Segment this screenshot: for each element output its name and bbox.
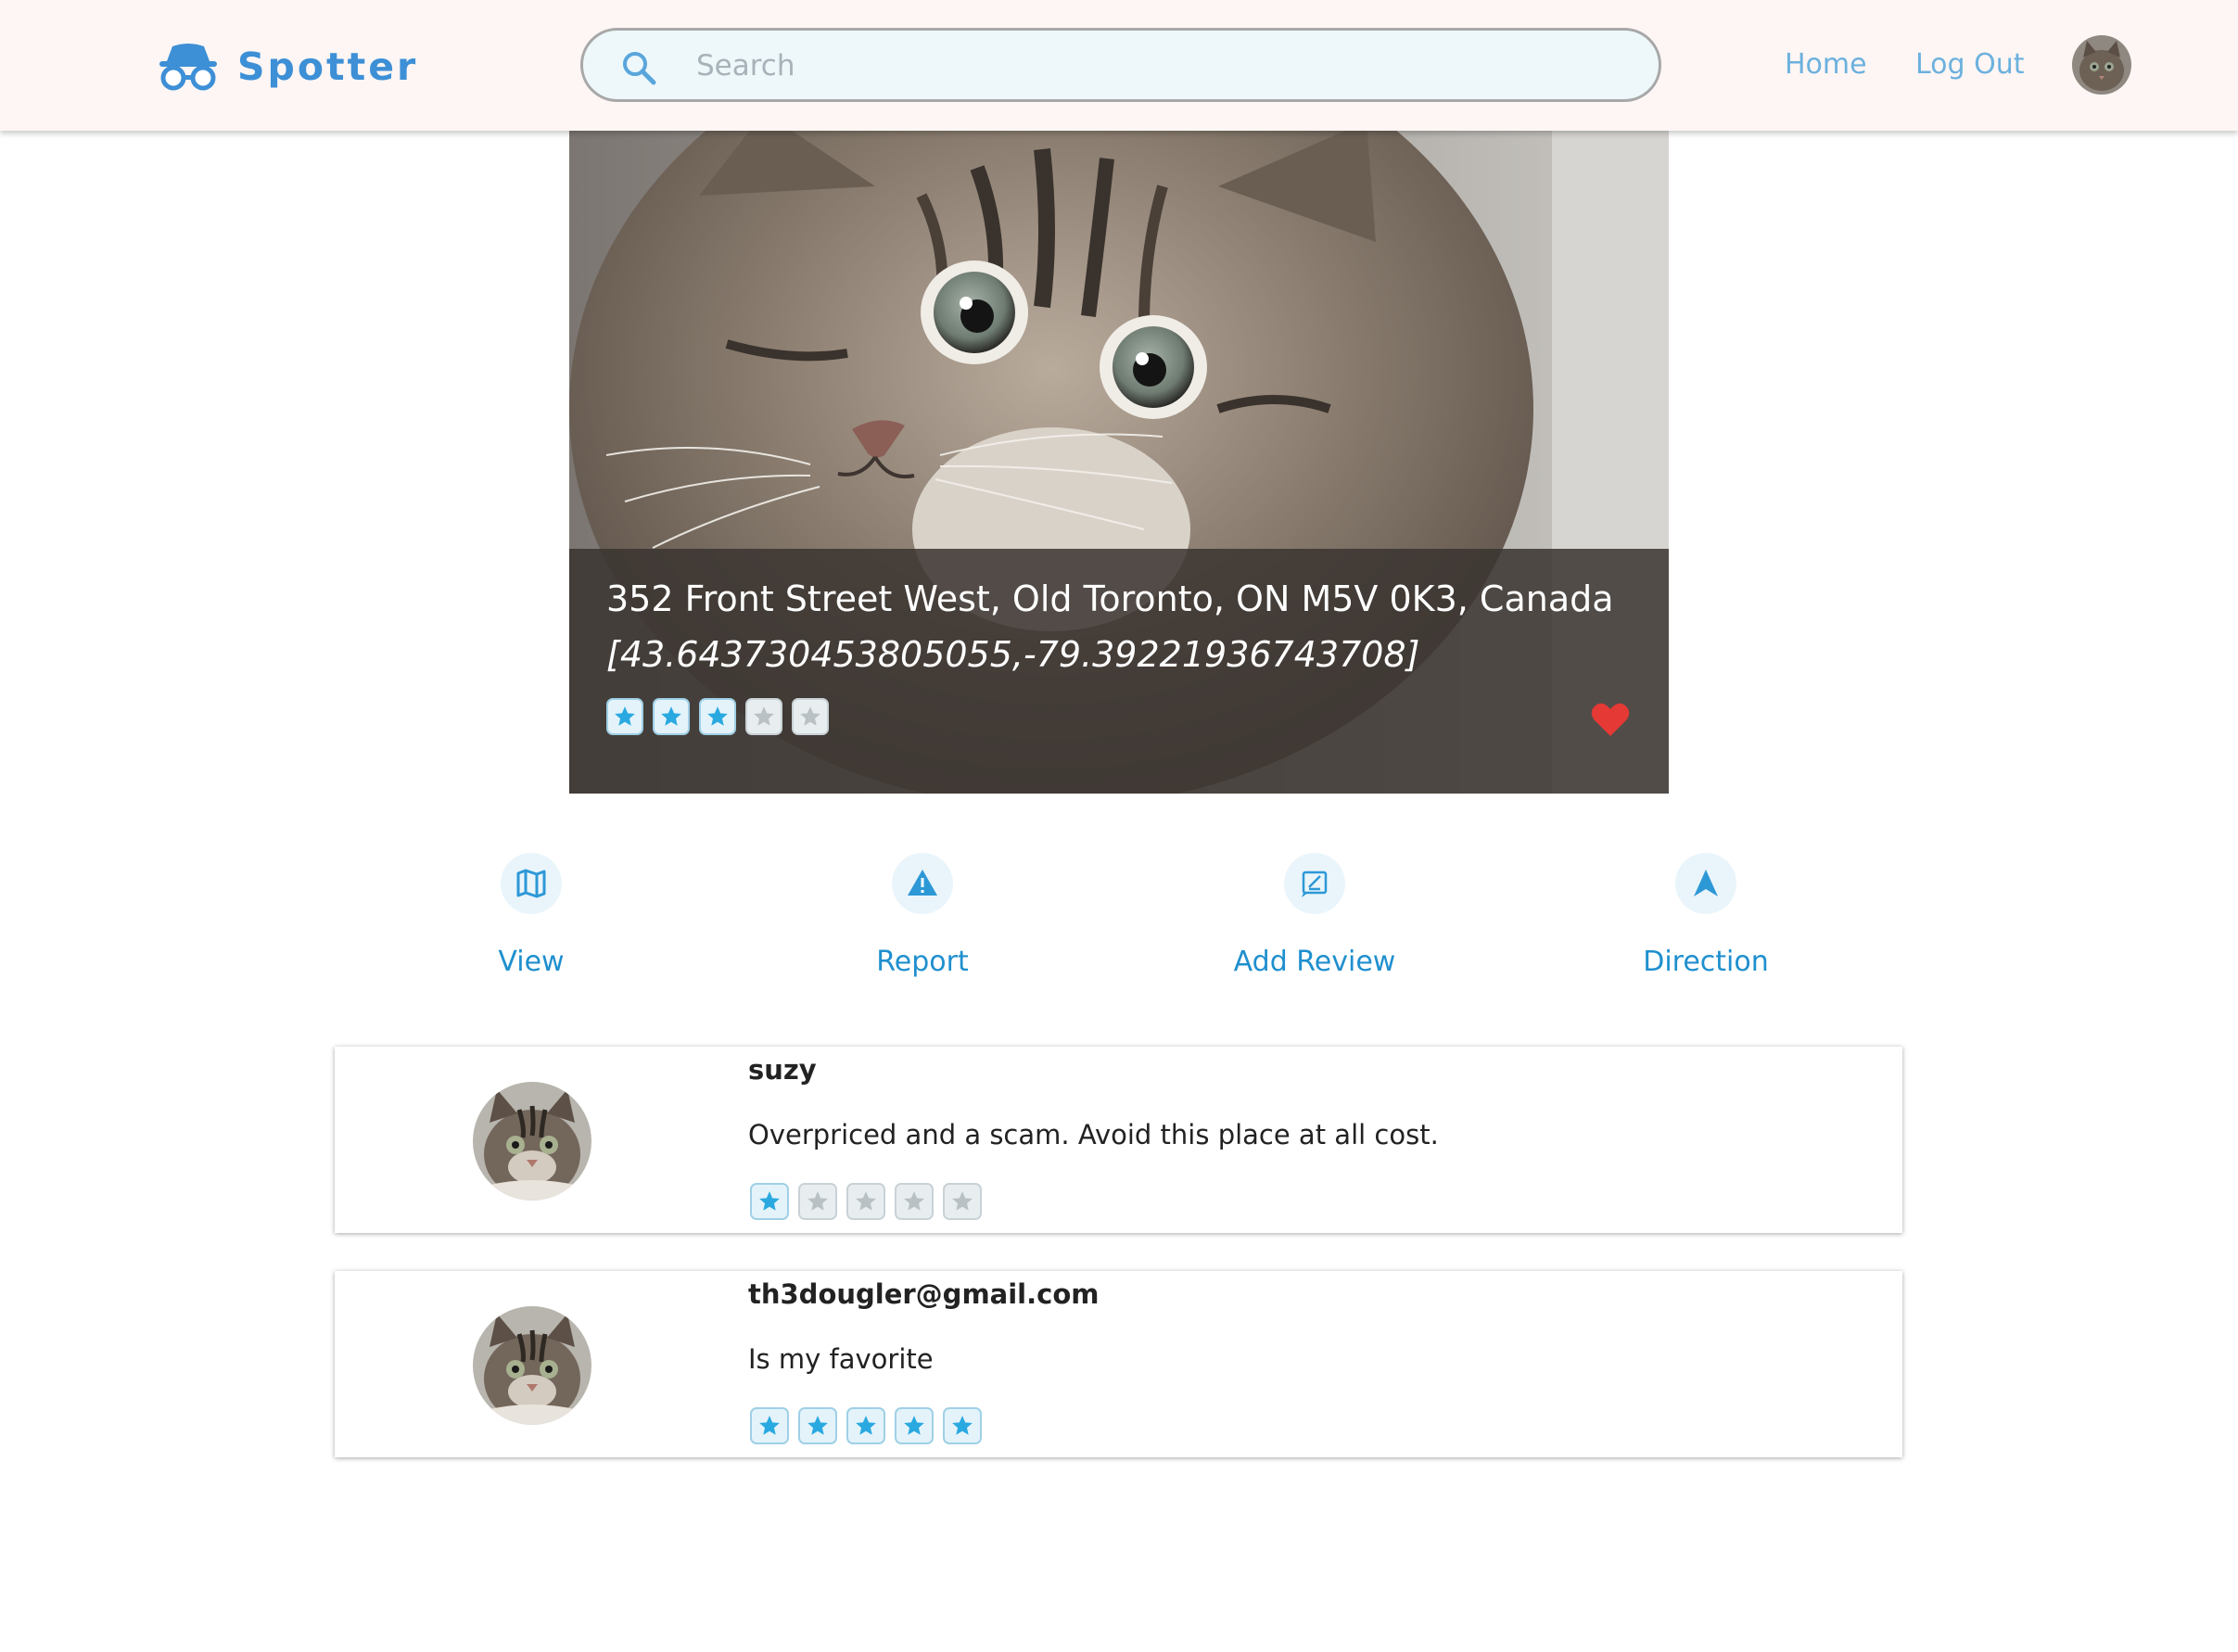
map-icon <box>516 869 546 898</box>
report-label: Report <box>876 946 969 978</box>
spot-coordinates: [43.643730453805055,-79.39221936743708] <box>606 634 1420 675</box>
review-card: th3dougler@gmail.com Is my favorite <box>335 1271 1902 1457</box>
star-empty-icon[interactable] <box>745 698 782 735</box>
hero-info: 352 Front Street West, Old Toronto, ON M… <box>569 131 1669 794</box>
star-empty-icon[interactable] <box>798 1183 837 1220</box>
navigation-arrow-icon <box>1694 870 1718 896</box>
action-icon-circle <box>1675 853 1736 914</box>
review-text: Overpriced and a scam. Avoid this place … <box>748 1119 1439 1150</box>
star-filled-icon[interactable] <box>750 1407 789 1444</box>
star-empty-icon[interactable] <box>895 1183 934 1220</box>
review-text: Is my favorite <box>748 1343 934 1375</box>
star-empty-icon[interactable] <box>943 1183 982 1220</box>
report-button[interactable]: Report <box>802 853 1043 978</box>
star-filled-icon[interactable] <box>895 1407 934 1444</box>
spy-glasses-icon <box>159 44 217 91</box>
nav-home-link[interactable]: Home <box>1785 48 1867 81</box>
review-card: suzy Overpriced and a scam. Avoid this p… <box>335 1047 1902 1233</box>
search-input[interactable] <box>694 31 1625 101</box>
reviewer-name: th3dougler@gmail.com <box>748 1278 1100 1310</box>
review-icon <box>1302 870 1328 897</box>
star-empty-icon[interactable] <box>846 1183 885 1220</box>
view-map-button[interactable]: View <box>411 853 652 978</box>
add-review-label: Add Review <box>1233 946 1396 978</box>
star-filled-icon[interactable] <box>846 1407 885 1444</box>
star-empty-icon[interactable] <box>792 698 829 735</box>
action-icon-circle <box>501 853 562 914</box>
reviewer-avatar[interactable] <box>473 1082 591 1201</box>
spot-address: 352 Front Street West, Old Toronto, ON M… <box>606 578 1614 619</box>
reviewer-name: suzy <box>748 1054 817 1086</box>
favorite-heart-icon[interactable] <box>1591 702 1630 737</box>
direction-label: Direction <box>1643 946 1769 978</box>
add-review-button[interactable]: Add Review <box>1194 853 1435 978</box>
nav-logout-link[interactable]: Log Out <box>1915 48 2025 81</box>
star-filled-icon[interactable] <box>943 1407 982 1444</box>
search-icon[interactable] <box>620 49 657 86</box>
star-filled-icon[interactable] <box>606 698 643 735</box>
star-filled-icon[interactable] <box>653 698 690 735</box>
warning-icon <box>908 870 937 896</box>
review-rating <box>750 1407 982 1444</box>
direction-button[interactable]: Direction <box>1585 853 1826 978</box>
review-rating <box>750 1183 982 1220</box>
spot-rating <box>606 698 829 735</box>
action-icon-circle <box>1284 853 1345 914</box>
user-avatar[interactable] <box>2072 35 2131 95</box>
brand-logo[interactable]: Spotter <box>156 41 418 93</box>
navbar: Spotter Home Log Out <box>0 0 2238 131</box>
search-bar <box>580 28 1661 102</box>
action-icon-circle <box>892 853 953 914</box>
reviewer-avatar[interactable] <box>473 1306 591 1425</box>
brand-name: Spotter <box>237 44 419 89</box>
view-label: View <box>498 946 565 978</box>
star-filled-icon[interactable] <box>699 698 736 735</box>
star-filled-icon[interactable] <box>798 1407 837 1444</box>
star-filled-icon[interactable] <box>750 1183 789 1220</box>
